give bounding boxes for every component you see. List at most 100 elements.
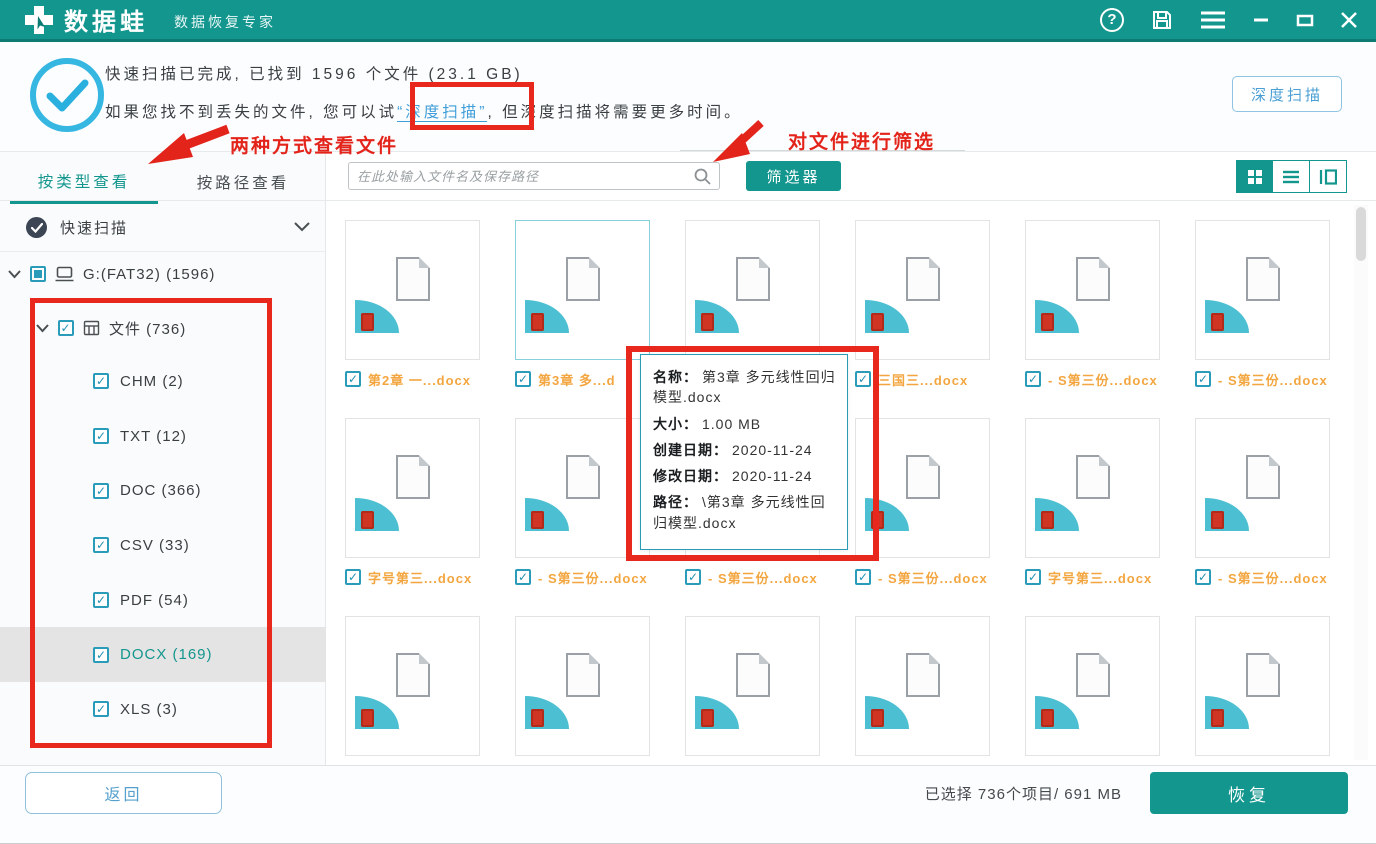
file-card[interactable] — [1025, 616, 1160, 756]
file-checkbox[interactable] — [855, 371, 871, 387]
file-card[interactable] — [685, 616, 820, 756]
file-checkbox[interactable] — [515, 569, 531, 585]
search-input[interactable] — [349, 169, 694, 184]
file-checkbox[interactable] — [855, 569, 871, 585]
type-checkbox[interactable] — [93, 701, 109, 717]
grid-view-button[interactable] — [1236, 160, 1273, 193]
chevron-down-icon[interactable] — [36, 324, 49, 333]
close-icon[interactable] — [1340, 11, 1358, 29]
file-checkbox[interactable] — [1025, 371, 1041, 387]
file-card-cell — [855, 616, 990, 765]
scan-complete-icon — [28, 56, 106, 134]
sidebar-file-type-row[interactable]: DOC (366) — [0, 463, 326, 518]
deep-scan-button[interactable]: 深度扫描 — [1232, 76, 1342, 112]
toolbar-divider — [0, 200, 1376, 201]
chevron-down-icon[interactable] — [8, 270, 21, 279]
file-type-badge-icon — [1205, 498, 1249, 531]
recover-button[interactable]: 恢复 — [1150, 772, 1348, 814]
sidebar-file-type-row[interactable]: PDF (54) — [0, 573, 326, 628]
type-checkbox[interactable] — [93, 483, 109, 499]
file-name-row: 第3章 多...d — [515, 370, 650, 388]
hint-prefix: 如果您找不到丢失的文件, 您可以试 — [105, 104, 397, 121]
sidebar: 按类型查看 按路径查看 快速扫描 G:(FAT32) (1596) — [0, 152, 326, 765]
document-icon — [1246, 455, 1280, 499]
word-doc-glyph — [1211, 313, 1224, 331]
scrollbar-thumb[interactable] — [1356, 207, 1366, 261]
scan-mode-row[interactable]: 快速扫描 — [0, 204, 326, 252]
file-card[interactable] — [515, 220, 650, 360]
help-icon[interactable]: ? — [1100, 8, 1124, 32]
file-card-cell: - S第三份...docx — [515, 418, 650, 616]
search-icon[interactable] — [694, 168, 711, 185]
file-card[interactable] — [345, 418, 480, 558]
back-button[interactable]: 返回 — [25, 772, 222, 814]
drive-checkbox[interactable] — [30, 266, 46, 282]
file-card[interactable] — [515, 616, 650, 756]
document-icon — [906, 455, 940, 499]
save-icon[interactable] — [1150, 8, 1174, 32]
document-icon — [1076, 653, 1110, 697]
type-checkbox[interactable] — [93, 373, 109, 389]
annotation-filter-files: 对文件进行筛选 — [788, 127, 935, 154]
word-doc-glyph — [531, 511, 544, 529]
sidebar-file-type-row[interactable]: TXT (12) — [0, 409, 326, 464]
file-card-cell: 三国三...docx — [855, 220, 990, 418]
file-card[interactable] — [855, 418, 990, 558]
file-checkbox[interactable] — [1025, 569, 1041, 585]
file-checkbox[interactable] — [345, 569, 361, 585]
type-checkbox[interactable] — [93, 537, 109, 553]
titlebar: 数据蛙 数据恢复专家 ? — [0, 0, 1376, 42]
sidebar-file-type-row[interactable]: CHM (2) — [0, 354, 326, 409]
file-card[interactable] — [1025, 418, 1160, 558]
file-card[interactable] — [345, 616, 480, 756]
word-doc-glyph — [871, 313, 884, 331]
word-doc-glyph — [871, 511, 884, 529]
preview-view-button[interactable] — [1310, 160, 1347, 193]
file-checkbox[interactable] — [1195, 569, 1211, 585]
tab-view-by-type[interactable]: 按类型查看 — [10, 160, 158, 204]
file-checkbox[interactable] — [515, 371, 531, 387]
type-checkbox[interactable] — [93, 592, 109, 608]
tooltip-row: 大小：1.00 MB — [653, 414, 837, 434]
maximize-button[interactable] — [1296, 11, 1314, 29]
file-checkbox[interactable] — [685, 569, 701, 585]
type-checkbox[interactable] — [93, 647, 109, 663]
file-card[interactable] — [685, 220, 820, 360]
file-card[interactable] — [515, 418, 650, 558]
file-info-tooltip: 名称：第3章 多元线性回归模型.docx 大小：1.00 MB 创建日期：202… — [640, 354, 848, 550]
sidebar-file-type-row[interactable]: DOCX (169) — [0, 627, 326, 682]
drive-label: G:(FAT32) (1596) — [83, 266, 215, 283]
file-name-row: 三国三...docx — [855, 370, 990, 388]
document-icon — [736, 257, 770, 301]
document-icon — [906, 653, 940, 697]
tree-node-files[interactable]: 文件 (736) — [36, 312, 186, 344]
deep-scan-link[interactable]: “深度扫描” — [397, 104, 487, 122]
menu-icon[interactable] — [1200, 10, 1226, 30]
file-checkbox[interactable] — [1195, 371, 1211, 387]
file-card[interactable] — [855, 616, 990, 756]
minimize-button[interactable] — [1252, 11, 1270, 29]
footer-bar: 返回 已选择 736个项目/ 691 MB 恢复 — [0, 765, 1376, 844]
file-card-cell: - S第三份...docx — [1195, 220, 1330, 418]
file-name-label: 三国三...docx — [878, 370, 968, 389]
word-doc-glyph — [701, 313, 714, 331]
sidebar-file-type-row[interactable]: CSV (33) — [0, 518, 326, 573]
file-card[interactable] — [1195, 616, 1330, 756]
file-checkbox[interactable] — [345, 371, 361, 387]
files-checkbox[interactable] — [58, 320, 74, 336]
chevron-down-icon[interactable] — [294, 219, 310, 237]
sidebar-file-type-row[interactable]: XLS (3) — [0, 682, 326, 737]
file-card[interactable] — [345, 220, 480, 360]
selection-summary: 已选择 736个项目/ 691 MB — [925, 783, 1122, 804]
file-card[interactable] — [855, 220, 990, 360]
file-card-cell — [1195, 616, 1330, 765]
word-doc-glyph — [531, 313, 544, 331]
list-view-button[interactable] — [1273, 160, 1310, 193]
file-card[interactable] — [1195, 418, 1330, 558]
file-card[interactable] — [1025, 220, 1160, 360]
file-card[interactable] — [1195, 220, 1330, 360]
type-checkbox[interactable] — [93, 428, 109, 444]
tree-node-drive[interactable]: G:(FAT32) (1596) — [8, 258, 215, 290]
document-icon — [396, 653, 430, 697]
window-controls: ? — [1100, 0, 1358, 39]
